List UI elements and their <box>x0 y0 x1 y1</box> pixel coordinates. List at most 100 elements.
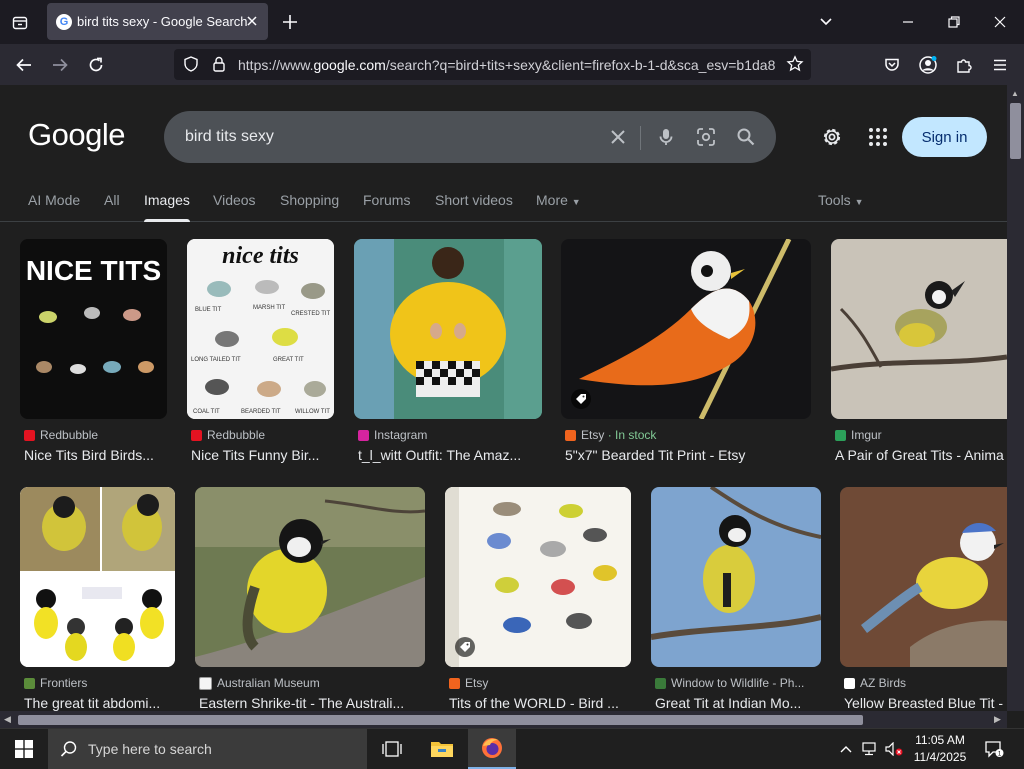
list-all-tabs-icon[interactable] <box>816 12 836 32</box>
taskbar-search-box[interactable]: Type here to search <box>48 729 367 769</box>
image-result[interactable]: nice tits BLUE TIT MARSH TIT CRESTED TIT… <box>187 239 337 469</box>
reload-icon[interactable] <box>84 53 108 77</box>
source-name: Redbubble <box>40 428 99 442</box>
clear-search-icon[interactable] <box>606 125 630 149</box>
tab-list-button[interactable] <box>6 9 34 37</box>
vertical-scrollbar[interactable]: ▲ <box>1007 85 1024 711</box>
tools-label: Tools <box>818 192 851 208</box>
result-thumbnail[interactable] <box>840 487 1007 667</box>
browser-tab-active[interactable]: G bird tits sexy - Google Search <box>47 3 268 40</box>
result-caption[interactable]: The great tit abdomi... <box>24 695 174 711</box>
google-apps-icon[interactable] <box>866 125 890 149</box>
scroll-right-arrow-icon[interactable]: ▶ <box>994 714 1001 725</box>
tab-all[interactable]: All <box>104 192 120 208</box>
google-logo[interactable]: Google <box>28 117 125 153</box>
extensions-icon[interactable] <box>952 53 976 77</box>
tab-ai-mode[interactable]: AI Mode <box>28 192 80 208</box>
tab-shopping[interactable]: Shopping <box>280 192 339 208</box>
result-thumbnail[interactable]: nice tits BLUE TIT MARSH TIT CRESTED TIT… <box>187 239 334 419</box>
result-caption[interactable]: A Pair of Great Tits - Anima <box>835 447 1007 463</box>
search-box[interactable]: bird tits sexy <box>164 111 776 163</box>
image-result[interactable]: Australian Museum Eastern Shrike-tit - T… <box>195 487 427 711</box>
result-thumbnail[interactable] <box>561 239 811 419</box>
file-explorer-icon[interactable] <box>418 729 466 769</box>
tracking-protection-shield-icon[interactable] <box>182 55 200 73</box>
menu-icon[interactable] <box>988 53 1012 77</box>
tab-videos[interactable]: Videos <box>213 192 256 208</box>
result-thumbnail[interactable] <box>651 487 821 667</box>
settings-gear-icon[interactable] <box>820 125 844 149</box>
forward-icon[interactable] <box>48 53 72 77</box>
search-icon[interactable] <box>734 125 758 149</box>
pocket-icon[interactable] <box>880 53 904 77</box>
scroll-left-arrow-icon[interactable]: ◀ <box>4 714 11 725</box>
horizontal-scrollbar[interactable]: ◀ ▶ <box>0 711 1007 728</box>
result-caption[interactable]: Nice Tits Funny Bir... <box>191 447 331 463</box>
vertical-scrollbar-thumb[interactable] <box>1010 103 1021 159</box>
image-result[interactable]: AZ Birds Yellow Breasted Blue Tit - <box>840 487 1007 711</box>
imgur-favicon-icon <box>835 429 846 441</box>
result-thumbnail[interactable] <box>20 487 175 667</box>
windows-start-icon[interactable] <box>0 729 48 769</box>
result-caption[interactable]: Yellow Breasted Blue Tit - <box>844 695 1007 711</box>
voice-search-icon[interactable] <box>654 125 678 149</box>
result-thumbnail[interactable] <box>831 239 1007 419</box>
bookmark-star-icon[interactable] <box>786 55 804 73</box>
image-result[interactable]: Window to Wildlife - Ph... Great Tit at … <box>651 487 823 711</box>
result-source: Australian Museum <box>199 676 320 690</box>
close-tab-icon[interactable] <box>244 13 260 29</box>
lens-search-icon[interactable] <box>694 125 718 149</box>
result-source: Redbubble <box>24 428 98 442</box>
result-caption[interactable]: Great Tit at Indian Mo... <box>655 695 821 711</box>
result-source: Window to Wildlife - Ph... <box>655 676 804 690</box>
image-result[interactable]: NICE TITS Redbubble Nice Tits Bird Birds… <box>20 239 170 469</box>
show-hidden-icons-icon[interactable] <box>834 729 858 769</box>
image-result[interactable]: Etsy Tits of the WORLD - Bird ... <box>445 487 633 711</box>
scroll-up-arrow-icon[interactable]: ▲ <box>1011 89 1019 98</box>
tab-more[interactable]: More ▼ <box>536 192 581 208</box>
result-caption[interactable]: Tits of the WORLD - Bird ... <box>449 695 631 711</box>
result-caption[interactable]: Eastern Shrike-tit - The Australi... <box>199 695 423 711</box>
image-result[interactable]: Instagram t_l_witt Outfit: The Amaz... <box>354 239 544 469</box>
result-thumbnail[interactable] <box>445 487 631 667</box>
result-source: Etsy <box>449 676 488 690</box>
source-name: Window to Wildlife - Ph... <box>671 676 805 690</box>
minimize-icon[interactable] <box>898 12 918 32</box>
tools-button[interactable]: Tools ▼ <box>818 192 864 208</box>
horizontal-scrollbar-thumb[interactable] <box>18 715 863 725</box>
restore-icon[interactable] <box>944 12 964 32</box>
result-caption[interactable]: t_l_witt Outfit: The Amaz... <box>358 447 542 463</box>
url-bar[interactable]: https://www.google.com/search?q=bird+tit… <box>174 49 811 80</box>
network-icon[interactable] <box>858 729 882 769</box>
image-result[interactable]: Etsy · In stock 5"x7" Bearded Tit Print … <box>561 239 813 469</box>
result-caption[interactable]: Nice Tits Bird Birds... <box>24 447 164 463</box>
clock-time: 11:05 AM <box>915 733 965 747</box>
image-result[interactable]: Frontiers The great tit abdomi... <box>20 487 178 711</box>
result-thumbnail[interactable] <box>195 487 425 667</box>
account-icon[interactable] <box>916 53 940 77</box>
lock-icon[interactable] <box>210 55 228 73</box>
redbubble-favicon-icon <box>24 429 35 441</box>
search-tabs: AI Mode All Images Videos Shopping Forum… <box>0 185 1007 222</box>
tab-images[interactable]: Images <box>144 192 190 222</box>
system-clock[interactable]: 11:05 AM 11/4/2025 <box>906 732 974 766</box>
source-name: Redbubble <box>207 428 266 442</box>
result-caption[interactable]: 5"x7" Bearded Tit Print - Etsy <box>565 447 811 463</box>
result-thumbnail[interactable]: NICE TITS <box>20 239 167 419</box>
close-window-icon[interactable] <box>990 12 1010 32</box>
sign-in-button[interactable]: Sign in <box>902 117 987 157</box>
tab-forums[interactable]: Forums <box>363 192 410 208</box>
back-icon[interactable] <box>12 53 36 77</box>
search-input[interactable]: bird tits sexy <box>185 128 274 146</box>
task-view-icon[interactable] <box>368 729 416 769</box>
url-text[interactable]: https://www.google.com/search?q=bird+tit… <box>238 57 778 73</box>
image-result[interactable]: Imgur A Pair of Great Tits - Anima <box>831 239 1007 469</box>
australian-museum-favicon-icon <box>199 676 212 690</box>
volume-muted-icon[interactable] <box>882 729 906 769</box>
result-source: Imgur <box>835 428 882 442</box>
result-thumbnail[interactable] <box>354 239 542 419</box>
new-tab-icon[interactable] <box>280 12 300 32</box>
firefox-taskbar-icon[interactable] <box>468 729 516 769</box>
tab-short-videos[interactable]: Short videos <box>435 192 513 208</box>
notifications-icon[interactable]: 1 <box>978 729 1010 769</box>
